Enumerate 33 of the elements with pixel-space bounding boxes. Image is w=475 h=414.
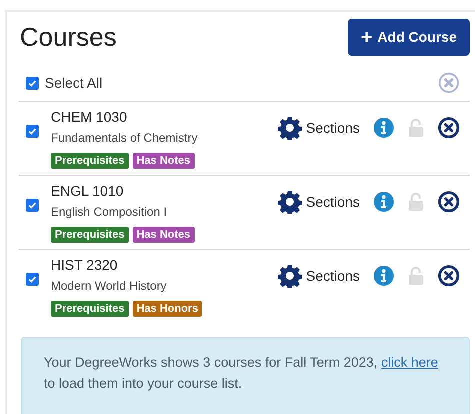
checkbox[interactable] (26, 272, 39, 286)
remove-icon[interactable] (438, 265, 460, 287)
tag: Prerequisites (51, 227, 129, 243)
sections-button[interactable]: Sections (278, 264, 360, 288)
tag: Prerequisites (51, 301, 129, 317)
course-code: CHEM 1030 (51, 108, 128, 126)
sections-button[interactable]: Sections (278, 116, 360, 140)
notice-text: Your DegreeWorks shows 3 courses for Fall Term 2023, click here to load them into your course list. (44, 354, 440, 393)
gear-icon (278, 116, 302, 140)
checkbox[interactable] (26, 76, 39, 90)
load-courses-link[interactable]: click here (381, 355, 438, 370)
course-code: ENGL 1010 (51, 182, 125, 200)
remove-icon[interactable] (438, 191, 460, 213)
sections-button[interactable]: Sections (278, 190, 360, 214)
info-icon[interactable] (374, 192, 394, 212)
tag: Has Honors (132, 301, 202, 317)
tag: Has Notes (132, 153, 194, 169)
info-icon[interactable] (374, 118, 394, 138)
add-course-button[interactable]: + Add Course (348, 19, 470, 56)
select-all-label: Select All (45, 74, 103, 92)
tag: Has Notes (132, 227, 194, 243)
gear-icon (278, 190, 302, 214)
course-code: HIST 2320 (51, 256, 119, 274)
checkbox[interactable] (26, 124, 39, 138)
checkbox[interactable] (26, 198, 39, 212)
gear-icon (278, 264, 302, 288)
remove-icon[interactable] (438, 117, 460, 139)
info-icon[interactable] (374, 266, 394, 286)
panel-title: Courses (20, 21, 117, 54)
tag: Prerequisites (51, 153, 129, 169)
course-name: Fundamentals of Chemistry (51, 130, 198, 147)
course-name: Modern World History (51, 278, 168, 295)
course-name: English Composition I (51, 204, 168, 221)
